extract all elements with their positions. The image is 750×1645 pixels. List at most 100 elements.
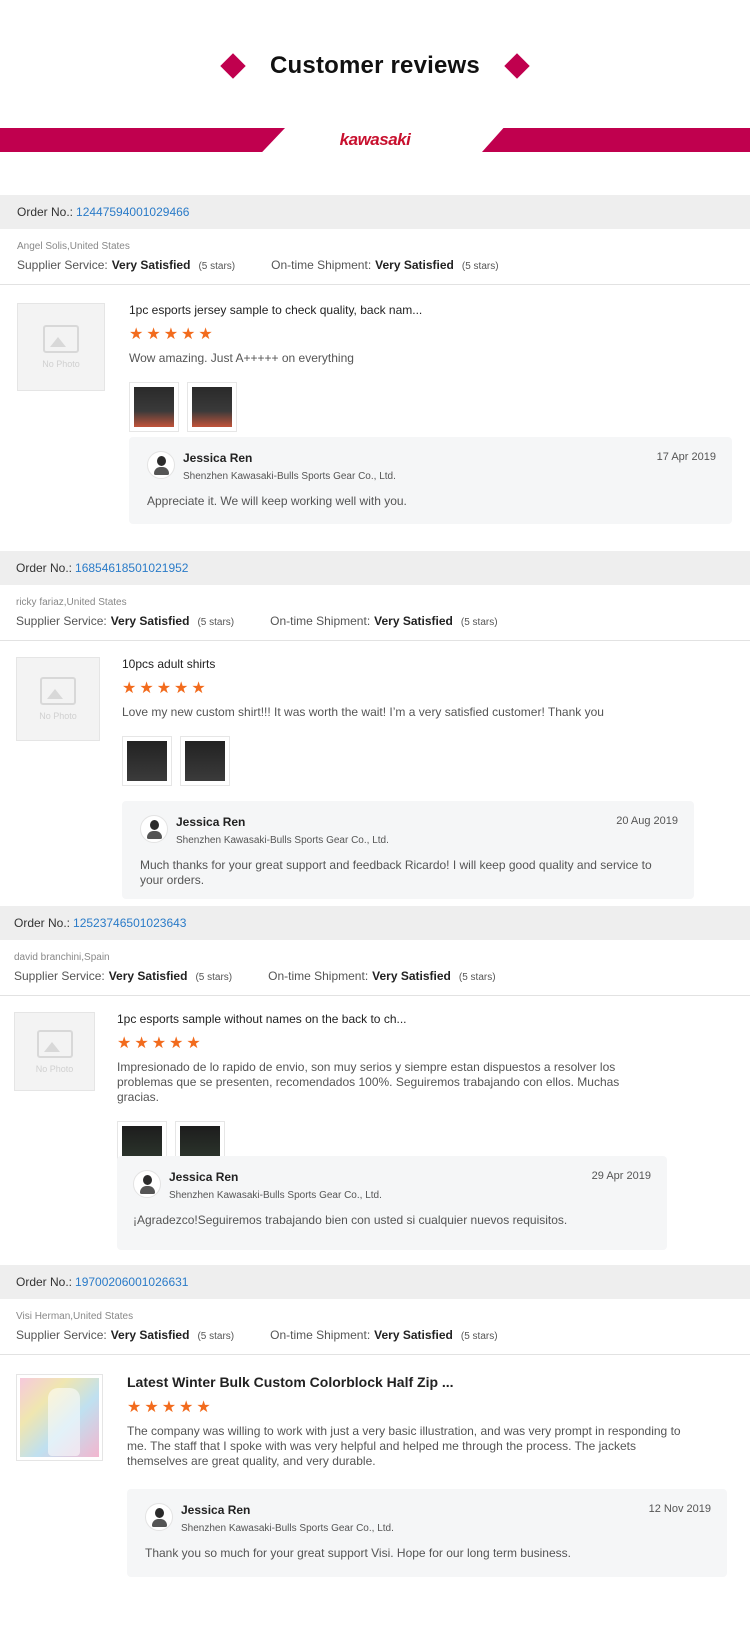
on-time-shipment-stars: (5 stars): [460, 1331, 498, 1342]
star-icon: ★: [144, 1399, 159, 1416]
on-time-shipment-label: On-time Shipment:: [268, 969, 369, 983]
product-image: [20, 1378, 99, 1457]
order-number-link[interactable]: 12447594001029466: [76, 205, 189, 219]
star-icon: ★: [127, 1399, 142, 1416]
no-photo-label: No Photo: [39, 711, 77, 721]
star-icon: ★: [151, 1035, 167, 1052]
diamond-left-icon: [220, 53, 246, 79]
star-icon: ★: [196, 1399, 211, 1416]
product-title-link[interactable]: 1pc esports jersey sample to check quali…: [129, 303, 709, 317]
ratings-row: Supplier Service: Very Satisfied (5 star…: [14, 969, 750, 983]
ratings-row: Supplier Service: Very Satisfied (5 star…: [16, 614, 750, 628]
order-number-link[interactable]: 12523746501023643: [73, 916, 186, 930]
diamond-right-icon: [504, 53, 530, 79]
reply-text: Thank you so much for your great support…: [145, 1546, 571, 1560]
reply-date: 12 Nov 2019: [648, 1503, 711, 1515]
review-photos: [129, 382, 709, 432]
seller-reply: Jessica Ren Shenzhen Kawasaki-Bulls Spor…: [127, 1489, 727, 1577]
star-icon: ★: [198, 326, 213, 343]
seller-name: Jessica Ren: [169, 1170, 239, 1184]
no-photo-label: No Photo: [42, 359, 80, 369]
seller-reply: Jessica Ren Shenzhen Kawasaki-Bulls Spor…: [122, 801, 694, 899]
on-time-shipment-stars: (5 stars): [458, 972, 496, 983]
ratings-row: Supplier Service: Very Satisfied (5 star…: [17, 258, 750, 272]
photo-image: [127, 741, 167, 781]
order-number-link[interactable]: 19700206001026631: [75, 1275, 188, 1289]
image-placeholder-icon: [43, 325, 79, 353]
order-no-label: Order No.:: [17, 205, 74, 219]
supplier-service-label: Supplier Service:: [16, 614, 107, 628]
divider: [0, 284, 750, 285]
order-no-label: Order No.:: [14, 916, 71, 930]
star-icon: ★: [186, 1035, 201, 1052]
brand-band: kawasaki: [0, 128, 750, 152]
supplier-service-label: Supplier Service:: [17, 258, 108, 272]
seller-name: Jessica Ren: [176, 815, 246, 829]
review-comment: Wow amazing. Just A+++++ on everything: [129, 351, 354, 365]
on-time-shipment-value: Very Satisfied: [374, 614, 453, 628]
seller-company: Shenzhen Kawasaki-Bulls Sports Gear Co.,…: [176, 835, 389, 846]
product-thumbnail[interactable]: [16, 1374, 103, 1461]
avatar: [133, 1170, 161, 1198]
review-comment: Love my new custom shirt!!! It was worth…: [122, 705, 604, 719]
star-icon: ★: [191, 680, 206, 697]
star-icon: ★: [174, 680, 189, 697]
reply-names: Jessica Ren Shenzhen Kawasaki-Bulls Spor…: [181, 1503, 394, 1534]
product-title-link[interactable]: Latest Winter Bulk Custom Colorblock Hal…: [127, 1374, 694, 1390]
on-time-shipment-value: Very Satisfied: [374, 1328, 453, 1342]
review-comment: The company was willing to work with jus…: [127, 1424, 681, 1468]
review-photo[interactable]: [122, 736, 172, 786]
supplier-service-value: Very Satisfied: [110, 614, 190, 628]
review-content: 10pcs adult shirts ★ ★ ★ ★ ★ Love my new…: [122, 657, 702, 786]
supplier-service-value: Very Satisfied: [108, 969, 188, 983]
review-photo[interactable]: [180, 736, 230, 786]
on-time-shipment-value: Very Satisfied: [372, 969, 451, 983]
product-thumbnail[interactable]: No Photo: [17, 303, 105, 391]
supplier-service-label: Supplier Service:: [16, 1328, 107, 1342]
photo-image: [134, 387, 174, 427]
star-rating: ★ ★ ★ ★ ★: [129, 327, 709, 343]
product-title-link[interactable]: 1pc esports sample without names on the …: [117, 1012, 637, 1026]
order-bar: Order No.: 16854618501021952: [0, 551, 750, 585]
order-bar: Order No.: 12447594001029466: [0, 195, 750, 229]
product-title-link[interactable]: 10pcs adult shirts: [122, 657, 702, 671]
star-icon: ★: [117, 1035, 132, 1052]
supplier-service-stars: (5 stars): [198, 261, 236, 272]
reply-header: Jessica Ren Shenzhen Kawasaki-Bulls Spor…: [145, 1503, 709, 1534]
reply-date: 20 Aug 2019: [616, 815, 678, 827]
review-photo[interactable]: [187, 382, 237, 432]
supplier-service-value: Very Satisfied: [110, 1328, 190, 1342]
buyer-name: Angel Solis,United States: [17, 241, 130, 252]
star-rating: ★ ★ ★ ★ ★: [127, 1400, 694, 1416]
product-thumbnail[interactable]: No Photo: [16, 657, 100, 741]
avatar: [140, 815, 168, 843]
reply-date: 29 Apr 2019: [591, 1170, 651, 1182]
on-time-shipment-label: On-time Shipment:: [271, 258, 372, 272]
reply-date: 17 Apr 2019: [656, 451, 716, 463]
review-card: Order No.: 12523746501023643 david branc…: [0, 906, 750, 1250]
order-number-link[interactable]: 16854618501021952: [75, 561, 188, 575]
on-time-shipment-value: Very Satisfied: [375, 258, 454, 272]
on-time-shipment-label: On-time Shipment:: [270, 614, 371, 628]
review-content: 1pc esports sample without names on the …: [117, 1012, 637, 1171]
on-time-shipment-label: On-time Shipment:: [270, 1328, 371, 1342]
review-photos: [122, 736, 702, 786]
seller-name: Jessica Ren: [183, 451, 253, 465]
avatar: [145, 1503, 173, 1531]
image-placeholder-icon: [40, 677, 76, 705]
divider: [0, 1354, 750, 1355]
reply-names: Jessica Ren Shenzhen Kawasaki-Bulls Spor…: [169, 1170, 382, 1201]
review-photo[interactable]: [129, 382, 179, 432]
star-icon: ★: [139, 680, 154, 697]
star-icon: ★: [146, 326, 161, 343]
reply-header: Jessica Ren Shenzhen Kawasaki-Bulls Spor…: [133, 1170, 651, 1201]
seller-company: Shenzhen Kawasaki-Bulls Sports Gear Co.,…: [169, 1190, 382, 1201]
star-icon: ★: [181, 326, 196, 343]
no-photo-label: No Photo: [35, 1063, 74, 1074]
supplier-service-stars: (5 stars): [195, 972, 233, 983]
buyer-name: Visi Herman,United States: [16, 1311, 134, 1322]
seller-reply: Jessica Ren Shenzhen Kawasaki-Bulls Spor…: [129, 437, 732, 524]
product-thumbnail[interactable]: No Photo: [14, 1012, 95, 1091]
star-icon: ★: [169, 1035, 184, 1052]
buyer-name: ricky fariaz,United States: [16, 597, 127, 608]
